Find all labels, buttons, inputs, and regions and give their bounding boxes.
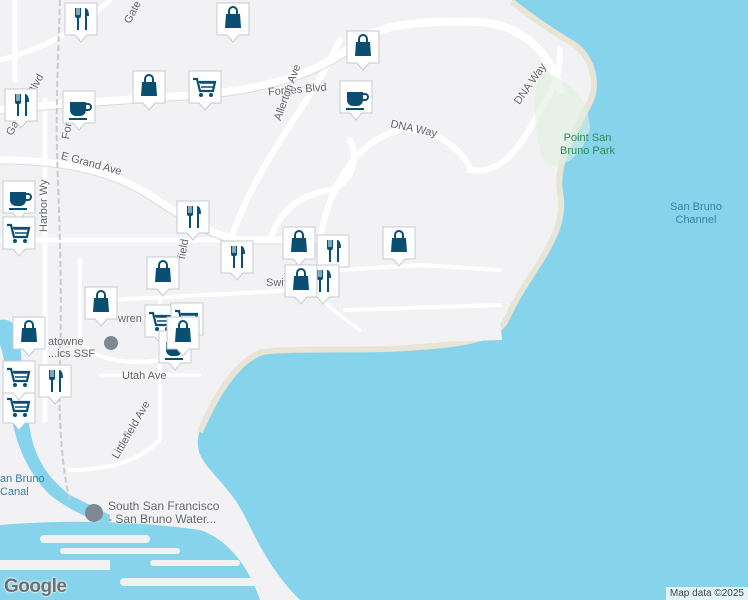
map-pin-shopping-bag[interactable]	[214, 0, 252, 46]
map-pin-shopping-cart[interactable]	[186, 68, 224, 114]
map-attribution[interactable]: Map data ©2025	[665, 587, 748, 600]
map-canvas[interactable]: Forbes Blvd Allerton Ave DNA Way DNA Way…	[0, 0, 748, 600]
rail-line	[55, 0, 71, 501]
map-pin-restaurant[interactable]	[62, 0, 100, 46]
map-pin-shopping-bag[interactable]	[344, 28, 382, 74]
label-genentech-partial: atowne ...ics SSF	[48, 336, 96, 360]
map-pin-restaurant[interactable]	[36, 362, 74, 408]
map-pin-coffee[interactable]	[60, 88, 98, 134]
map-pin-restaurant[interactable]	[174, 198, 212, 244]
map-pin-shopping-bag[interactable]	[82, 284, 120, 330]
map-pin-shopping-cart[interactable]	[0, 358, 38, 404]
label-harbor-wy: Harbor Wy	[38, 179, 50, 232]
label-lawrence-partial: wren	[118, 313, 142, 325]
map-pin-shopping-bag[interactable]	[282, 262, 320, 308]
label-water-plant: South San Francisco - San Bruno Water...	[108, 499, 220, 526]
label-point-san-bruno-park: Point San Bruno Park	[560, 132, 616, 157]
map-pin-restaurant[interactable]	[2, 86, 40, 132]
map-pin-shopping-bag[interactable]	[164, 314, 202, 360]
map-pin-restaurant[interactable]	[218, 238, 256, 284]
google-logo: Google	[4, 576, 67, 597]
map-pin-shopping-bag[interactable]	[144, 254, 182, 300]
map-pin-shopping-bag[interactable]	[380, 224, 418, 270]
pier-land	[345, 316, 502, 345]
label-canal-partial: an Bruno Canal	[0, 473, 45, 498]
map-pin-shopping-bag[interactable]	[130, 68, 168, 114]
map-pin-shopping-bag[interactable]	[10, 314, 48, 360]
map-pin-coffee[interactable]	[337, 78, 375, 124]
label-san-bruno-channel: San Bruno Channel	[670, 201, 722, 226]
landmark-icon	[104, 336, 118, 350]
museum-icon	[85, 504, 103, 522]
map-pin-shopping-cart[interactable]	[0, 214, 38, 260]
